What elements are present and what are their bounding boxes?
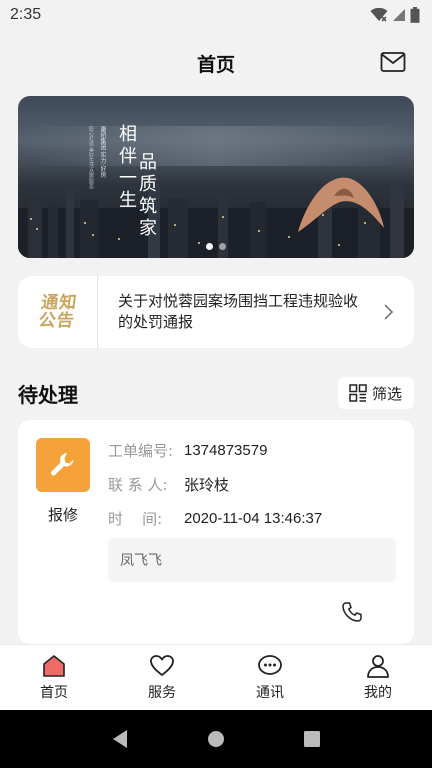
chat-icon: [258, 655, 282, 675]
task-card[interactable]: 报修 工单编号: 1374873579 联 系 人: 张玲枝 时 间: 2020…: [18, 420, 414, 644]
recents-button[interactable]: [300, 727, 324, 751]
tab-home[interactable]: 首页: [0, 645, 108, 710]
wrench-icon: [51, 453, 74, 476]
notice-card[interactable]: 通知 公告 关于对悦蓉园案场围挡工程违规验收的处罚通报: [18, 276, 414, 348]
battery-icon: [410, 7, 420, 23]
bottom-tab-bar: 首页 服务 通讯 我的: [0, 644, 432, 710]
recents-square-icon: [304, 731, 320, 747]
time-row: 时 间: 2020-11-04 13:46:37: [108, 508, 322, 529]
chevron-right-icon: [384, 304, 394, 320]
order-value: 1374873579: [184, 442, 268, 459]
status-icons: [370, 7, 420, 23]
task-type-label: 报修: [47, 506, 78, 524]
system-nav-bar: [0, 710, 432, 768]
filter-button[interactable]: 筛选: [337, 377, 414, 409]
tab-service[interactable]: 服务: [108, 645, 216, 710]
back-button[interactable]: [108, 727, 132, 751]
filter-label: 筛选: [371, 384, 402, 403]
order-row: 工单编号: 1374873579: [108, 440, 267, 461]
tab-mine[interactable]: 我的: [324, 645, 432, 710]
heart-icon: [150, 655, 174, 676]
banner-sky: [18, 126, 414, 166]
wifi-icon: [370, 8, 388, 22]
tab-label: 首页: [40, 685, 68, 701]
phone-icon[interactable]: [340, 600, 364, 624]
notice-text: 关于对悦蓉园案场围挡工程违规验收的处罚通报: [118, 292, 359, 331]
banner-small-text-a: 康桥集团 实力·好房: [99, 126, 106, 178]
time-label: 时 间:: [108, 510, 163, 528]
banner-slogan-2: 品质筑家: [136, 152, 157, 240]
tab-label: 服务: [148, 685, 176, 701]
contact-value: 张玲枝: [184, 476, 230, 494]
user-icon: [367, 655, 389, 678]
back-triangle-icon: [113, 730, 127, 748]
status-bar: 2:35: [0, 0, 432, 30]
contact-label: 联 系 人:: [108, 476, 168, 494]
home-icon: [43, 655, 65, 677]
home-button[interactable]: [204, 727, 228, 751]
repair-type-badge: [36, 438, 90, 492]
banner-sculpture: [298, 177, 384, 232]
status-time: 2:35: [10, 6, 42, 23]
banner-carousel[interactable]: 相伴一生 品质筑家 康桥集团 实力·好房 匠心打造·美好生活·品质服务: [18, 96, 414, 258]
home-circle-icon: [208, 731, 224, 747]
tab-label: 我的: [364, 685, 392, 701]
banner-pagination: [206, 243, 226, 250]
mail-icon[interactable]: [380, 51, 406, 73]
section-title: 待处理: [18, 382, 78, 407]
pending-section-header: 待处理 筛选: [18, 376, 414, 410]
banner-dot[interactable]: [206, 243, 213, 250]
notice-logo-line2: 公告: [36, 311, 76, 331]
signal-icon: [393, 9, 405, 21]
grid-icon: [349, 384, 367, 402]
page-title: 首页: [196, 53, 235, 76]
task-note: 凤飞飞: [108, 538, 396, 582]
banner-small-text-b: 匠心打造·美好生活·品质服务: [88, 126, 94, 190]
order-label: 工单编号:: [108, 442, 174, 460]
tab-contacts[interactable]: 通讯: [216, 645, 324, 710]
notice-logo: 通知 公告: [18, 276, 98, 348]
notice-logo-line1: 通知: [39, 293, 79, 313]
time-value: 2020-11-04 13:46:37: [184, 510, 323, 527]
contact-row: 联 系 人: 张玲枝: [108, 474, 229, 495]
tab-label: 通讯: [256, 685, 284, 701]
app-header: 首页: [0, 40, 432, 86]
banner-dot[interactable]: [219, 243, 226, 250]
